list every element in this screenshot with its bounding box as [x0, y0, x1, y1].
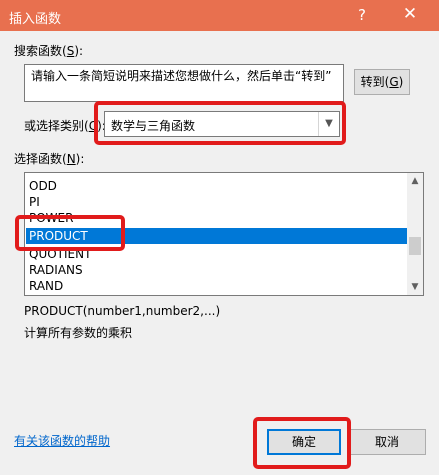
search-label-text: 搜索函数(	[14, 44, 67, 58]
function-list-label-key: N	[66, 152, 76, 166]
function-list-label: 选择函数(N):	[14, 150, 84, 167]
list-item[interactable]: PI	[26, 194, 407, 210]
goto-label-key: G	[389, 75, 399, 89]
category-select[interactable]: 数学与三角函数 ▼	[104, 111, 340, 137]
goto-label-text: 转到(	[360, 75, 390, 89]
chevron-down-icon[interactable]: ▼	[318, 112, 339, 136]
list-item[interactable]: QUOTIENT	[26, 246, 407, 262]
search-input-text: 请输入一条简短说明来描述您想做什么，然后单击“转到”	[31, 69, 332, 83]
goto-label-end: )	[398, 75, 404, 89]
list-item[interactable]: RADIANS	[26, 262, 407, 278]
ok-button[interactable]: 确定	[267, 429, 341, 455]
cancel-button[interactable]: 取消	[348, 429, 426, 455]
list-scrollbar[interactable]: ▲ ▼	[407, 173, 423, 295]
title-bar: 插入函数 ? ✕	[0, 0, 439, 31]
category-label: 或选择类别(C):	[24, 117, 106, 134]
function-listbox[interactable]: ODD PI POWER PRODUCT QUOTIENT RADIANS RA…	[24, 172, 424, 296]
search-label: 搜索函数(S):	[14, 42, 83, 59]
function-description: 计算所有参数的乘积	[24, 326, 133, 340]
function-signature: PRODUCT(number1,number2,...)	[24, 304, 221, 318]
help-button[interactable]: ?	[352, 5, 372, 25]
scroll-down-icon[interactable]: ▼	[407, 279, 423, 295]
function-help-link[interactable]: 有关该函数的帮助	[14, 432, 110, 449]
dialog-title: 插入函数	[9, 12, 62, 27]
function-list-label-end: ):	[75, 152, 85, 166]
search-input[interactable]: 请输入一条简短说明来描述您想做什么，然后单击“转到”	[24, 64, 344, 102]
search-label-end: ):	[74, 44, 84, 58]
category-selected-value: 数学与三角函数	[111, 119, 196, 133]
list-item[interactable]: POWER	[26, 210, 407, 226]
list-item[interactable]: ODD	[26, 178, 407, 194]
function-list-label-text: 选择函数(	[14, 152, 67, 166]
close-icon[interactable]: ✕	[400, 4, 420, 24]
list-item-selected[interactable]: PRODUCT	[26, 228, 407, 244]
scroll-up-icon[interactable]: ▲	[407, 173, 423, 189]
category-label-key: C	[88, 119, 98, 133]
list-item[interactable]: RAND	[26, 278, 407, 294]
scroll-thumb[interactable]	[409, 237, 421, 255]
category-label-text: 或选择类别(	[24, 119, 89, 133]
goto-button[interactable]: 转到(G)	[354, 69, 410, 95]
